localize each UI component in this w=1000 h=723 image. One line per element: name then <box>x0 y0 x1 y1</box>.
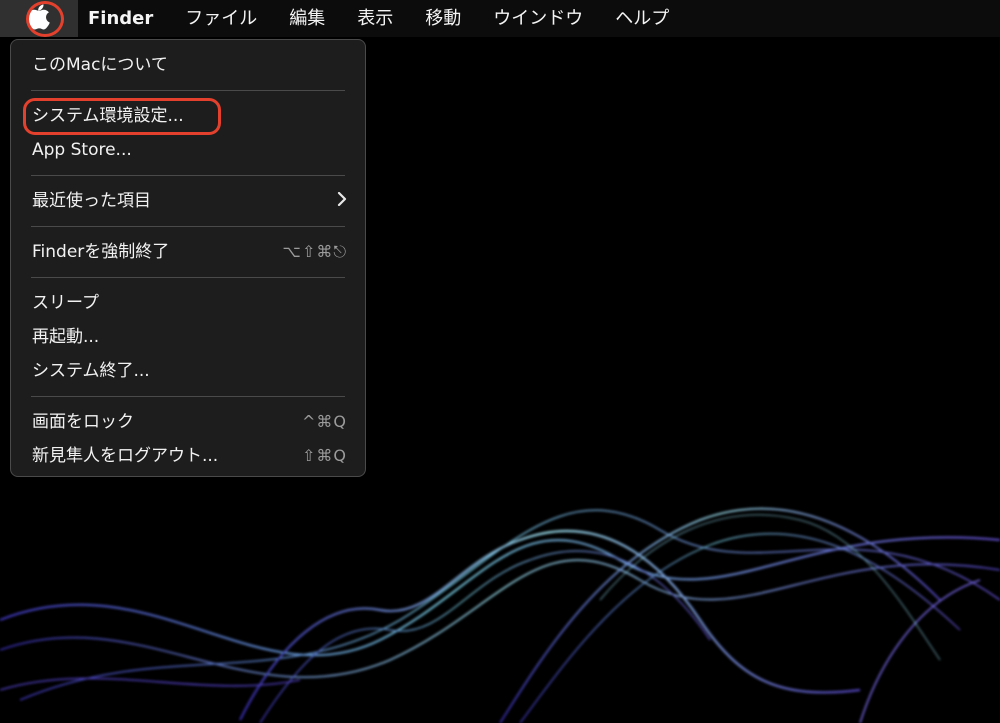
menu-item-label: システム終了... <box>32 361 150 381</box>
highlight-circle <box>26 1 64 37</box>
menu-separator <box>31 226 345 227</box>
shortcut-text: ⇧⌘Q <box>302 446 347 465</box>
menu-item-shut-down[interactable]: システム終了... <box>11 354 365 388</box>
shortcut-text: ⌥⇧⌘⎋ <box>282 242 347 261</box>
menubar-help[interactable]: ヘルプ <box>599 0 685 37</box>
menu-bar: Finder ファイル 編集 表示 移動 ウインドウ ヘルプ <box>0 0 1000 37</box>
menu-item-app-store[interactable]: App Store... <box>11 133 365 167</box>
menu-item-lock-screen[interactable]: 画面をロック ^⌘Q <box>11 405 365 439</box>
menu-item-label: App Store... <box>32 140 132 160</box>
menu-separator <box>31 277 345 278</box>
shortcut-text: ^⌘Q <box>302 412 347 431</box>
menu-item-label: 最近使った項目 <box>32 191 151 211</box>
menu-item-sleep[interactable]: スリープ <box>11 286 365 320</box>
menu-item-restart[interactable]: 再起動... <box>11 320 365 354</box>
menu-item-label: スリープ <box>32 293 99 313</box>
menu-item-log-out[interactable]: 新見隼人をログアウト... ⇧⌘Q <box>11 439 365 473</box>
menu-separator <box>31 90 345 91</box>
apple-dropdown-menu: このMacについて システム環境設定... App Store... 最近使った… <box>10 39 366 477</box>
menubar-edit[interactable]: 編集 <box>273 0 341 37</box>
menu-item-about-this-mac[interactable]: このMacについて <box>11 48 365 82</box>
menubar-file[interactable]: ファイル <box>169 0 273 37</box>
highlight-box <box>23 98 221 135</box>
menu-item-label: 新見隼人をログアウト... <box>32 446 219 466</box>
menu-item-recent-items[interactable]: 最近使った項目 <box>11 184 365 218</box>
menu-item-label: 再起動... <box>32 327 100 347</box>
menu-item-label: このMacについて <box>32 55 168 75</box>
apple-menu-button[interactable] <box>0 0 78 37</box>
menu-item-label: 画面をロック <box>32 412 134 432</box>
menubar-view[interactable]: 表示 <box>341 0 409 37</box>
menu-item-label: Finderを強制終了 <box>32 242 170 262</box>
menu-item-force-quit-finder[interactable]: Finderを強制終了 ⌥⇧⌘⎋ <box>11 235 365 269</box>
menu-separator <box>31 175 345 176</box>
menubar-app-name[interactable]: Finder <box>78 0 169 37</box>
chevron-right-icon <box>337 184 347 218</box>
menu-separator <box>31 396 345 397</box>
menubar-go[interactable]: 移動 <box>409 0 477 37</box>
menubar-window[interactable]: ウインドウ <box>477 0 599 37</box>
